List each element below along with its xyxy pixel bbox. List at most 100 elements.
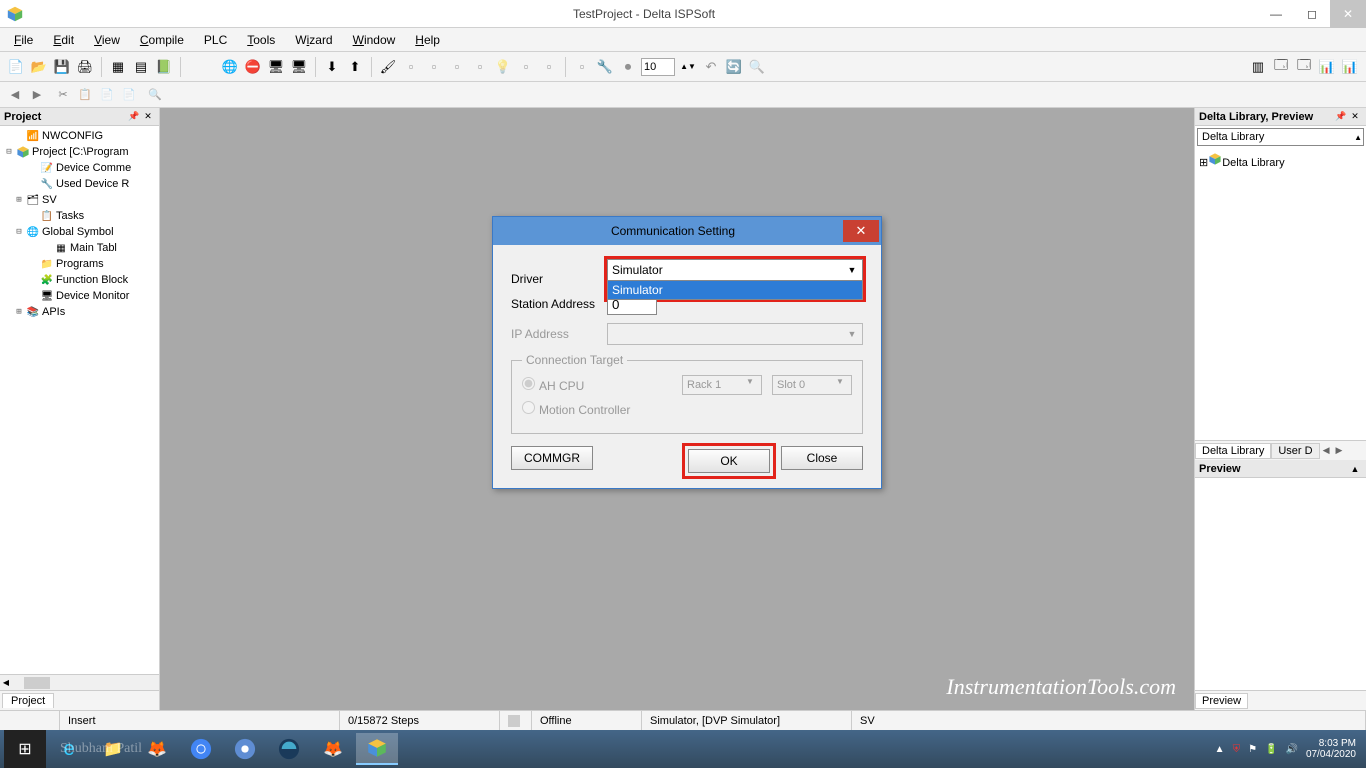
tree-device-monitor[interactable]: 🖥Device Monitor xyxy=(0,288,159,304)
tray-volume-icon[interactable]: 🔊 xyxy=(1285,744,1297,755)
pin-icon[interactable]: 📌 xyxy=(127,111,141,122)
menu-wizard[interactable]: Wizard xyxy=(285,31,342,49)
tray-flag-icon[interactable]: ⚑ xyxy=(1248,744,1257,755)
tree-function-block[interactable]: 🧩Function Block xyxy=(0,272,159,288)
tab-nav-left-icon[interactable]: ◀ xyxy=(1320,445,1333,456)
undo-icon[interactable]: ↶ xyxy=(701,57,721,77)
tool2-icon[interactable]: ▫ xyxy=(424,57,444,77)
library-tree-root[interactable]: ⊞Delta Library xyxy=(1199,152,1362,169)
project-tab[interactable]: Project xyxy=(2,693,54,708)
commgr-button[interactable]: COMMGR xyxy=(511,446,593,470)
menu-view[interactable]: View xyxy=(84,31,130,49)
pin-icon[interactable]: 📌 xyxy=(1334,111,1348,122)
tool5-icon[interactable]: 💡 xyxy=(493,57,513,77)
zoom-icon[interactable]: 🔍 xyxy=(747,57,767,77)
maximize-button[interactable]: ◻ xyxy=(1294,0,1330,28)
taskbar-chromium-icon[interactable] xyxy=(224,733,266,765)
forward-icon[interactable]: ▶ xyxy=(28,86,46,104)
close-button[interactable]: Close xyxy=(781,446,863,470)
new-icon[interactable]: 📄 xyxy=(6,57,26,77)
menu-help[interactable]: Help xyxy=(405,31,450,49)
tool3-icon[interactable]: ▫ xyxy=(447,57,467,77)
tray-battery-icon[interactable]: 🔋 xyxy=(1265,744,1277,755)
tab-nav-right-icon[interactable]: ▶ xyxy=(1333,445,1346,456)
ok-button[interactable]: OK xyxy=(688,449,770,473)
menu-compile[interactable]: Compile xyxy=(130,31,194,49)
project-hscrollbar[interactable]: ◀ xyxy=(0,674,159,690)
monitor2-icon[interactable]: 🖥 xyxy=(289,57,309,77)
dialog-close-button[interactable]: ✕ xyxy=(843,220,879,242)
tool1-icon[interactable]: ▫ xyxy=(401,57,421,77)
tab-delta-library[interactable]: Delta Library xyxy=(1195,443,1271,459)
download-icon[interactable]: ⬇ xyxy=(322,57,342,77)
paste2-icon[interactable]: 📄 xyxy=(120,86,138,104)
library-tree[interactable]: ⊞Delta Library xyxy=(1195,148,1366,440)
tab-preview[interactable]: Preview xyxy=(1195,693,1248,709)
tool8-icon[interactable]: ▫ xyxy=(572,57,592,77)
save-icon[interactable]: 💾 xyxy=(52,57,72,77)
tree-project-root[interactable]: ⊟Project [C:\Program xyxy=(0,144,159,160)
tree-used-device[interactable]: 🔧Used Device R xyxy=(0,176,159,192)
right1-icon[interactable]: ▥ xyxy=(1248,57,1268,77)
menu-tools[interactable]: Tools xyxy=(237,31,285,49)
right3-icon[interactable]: 🗔 xyxy=(1294,57,1314,77)
brush-icon[interactable]: 🖌 xyxy=(378,57,398,77)
panel-close-icon[interactable]: ✕ xyxy=(1348,111,1362,122)
menu-plc[interactable]: PLC xyxy=(194,31,237,49)
taskbar-ispsoft-icon[interactable] xyxy=(356,733,398,765)
tree-device-comment[interactable]: 📝Device Comme xyxy=(0,160,159,176)
dialog-titlebar[interactable]: Communication Setting ✕ xyxy=(493,217,881,245)
tool4-icon[interactable]: ▫ xyxy=(470,57,490,77)
cut-icon[interactable]: ✂ xyxy=(54,86,72,104)
taskbar-firefox2-icon[interactable]: 🦊 xyxy=(312,733,354,765)
books-icon[interactable]: 📗 xyxy=(154,57,174,77)
right5-icon[interactable]: 📊 xyxy=(1340,57,1360,77)
record-icon[interactable]: ⏺ xyxy=(618,57,638,77)
monitor1-icon[interactable]: 🖥 xyxy=(266,57,286,77)
tab-user-defined[interactable]: User D xyxy=(1271,443,1319,459)
back-icon[interactable]: ◀ xyxy=(6,86,24,104)
globe-icon[interactable]: 🌐 xyxy=(220,57,240,77)
print-icon[interactable]: 🖨 xyxy=(75,57,95,77)
taskbar-chrome-icon[interactable] xyxy=(180,733,222,765)
menu-file[interactable]: File xyxy=(4,31,43,49)
right2-icon[interactable]: 🗔 xyxy=(1271,57,1291,77)
table-icon[interactable]: ▤ xyxy=(131,57,151,77)
tree-programs[interactable]: 📁Programs xyxy=(0,256,159,272)
taskbar-firefox1-icon[interactable]: 🦊 xyxy=(136,733,178,765)
tree-global-symbol[interactable]: ⊟🌐Global Symbol xyxy=(0,224,159,240)
library-combo[interactable]: Delta Library ▲ xyxy=(1197,128,1364,146)
project-tree[interactable]: 📶NWCONFIG ⊟Project [C:\Program 📝Device C… xyxy=(0,126,159,674)
tree-sv[interactable]: ⊞🗂SV xyxy=(0,192,159,208)
tray-clock[interactable]: 8:03 PM 07/04/2020 xyxy=(1306,738,1356,760)
stop-icon[interactable]: ⛔ xyxy=(243,57,263,77)
menu-edit[interactable]: Edit xyxy=(43,31,84,49)
tree-main-table[interactable]: ▦Main Tabl xyxy=(0,240,159,256)
copy-icon[interactable]: 📋 xyxy=(76,86,94,104)
driver-option-simulator[interactable]: Simulator xyxy=(608,281,862,299)
tool7-icon[interactable]: ▫ xyxy=(539,57,559,77)
taskbar-app1-icon[interactable] xyxy=(268,733,310,765)
toolbar-number-input[interactable] xyxy=(641,58,675,76)
tool9-icon[interactable]: 🔧 xyxy=(595,57,615,77)
close-button[interactable]: ✕ xyxy=(1330,0,1366,28)
tree-nwconfig[interactable]: 📶NWCONFIG xyxy=(0,128,159,144)
tree-apis[interactable]: ⊞📚APIs xyxy=(0,304,159,320)
tree-tasks[interactable]: 📋Tasks xyxy=(0,208,159,224)
panel-close-icon[interactable]: ✕ xyxy=(141,111,155,122)
driver-combo[interactable]: Simulator ▼ xyxy=(607,259,863,281)
find-icon[interactable]: 🔍 xyxy=(146,86,164,104)
chevron-up-icon[interactable]: ▲ xyxy=(1348,464,1362,474)
right4-icon[interactable]: 📊 xyxy=(1317,57,1337,77)
spinner-icon[interactable]: ▲▼ xyxy=(678,57,698,77)
minimize-button[interactable]: — xyxy=(1258,0,1294,28)
open-icon[interactable]: 📂 xyxy=(29,57,49,77)
paste-icon[interactable]: 📄 xyxy=(98,86,116,104)
refresh-icon[interactable]: 🔄 xyxy=(724,57,744,77)
tray-chevron-up-icon[interactable]: ▲ xyxy=(1215,744,1225,755)
tray-shield-icon[interactable]: ⛨ xyxy=(1233,744,1241,755)
menu-window[interactable]: Window xyxy=(343,31,406,49)
start-button[interactable]: ⊞ xyxy=(4,730,46,768)
upload-icon[interactable]: ⬆ xyxy=(345,57,365,77)
tool6-icon[interactable]: ▫ xyxy=(516,57,536,77)
